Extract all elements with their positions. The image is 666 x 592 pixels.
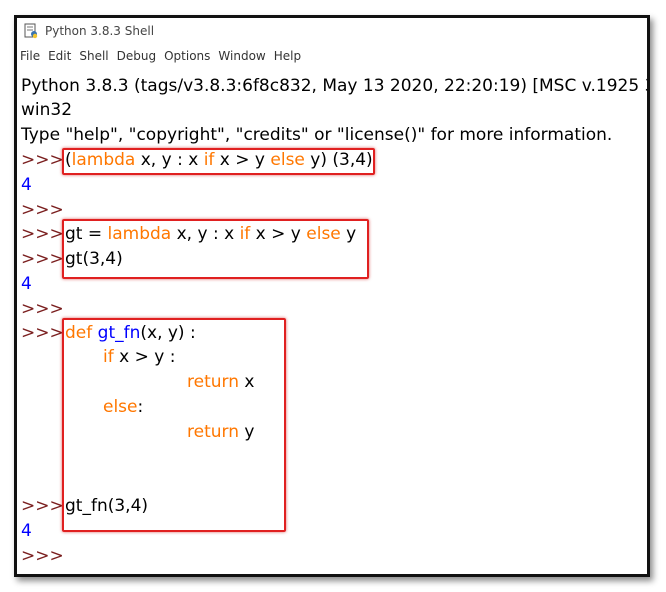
banner-line-2: win32 bbox=[21, 100, 73, 120]
banner-line-3: Type "help", "copyright", "credits" or "… bbox=[21, 125, 613, 145]
output-line: 4 bbox=[21, 175, 32, 195]
menu-debug[interactable]: Debug bbox=[113, 49, 160, 63]
output-line: 4 bbox=[21, 274, 32, 294]
menu-bar: File Edit Shell Debug Options Window Hel… bbox=[17, 46, 647, 66]
menu-edit[interactable]: Edit bbox=[44, 49, 75, 63]
highlight-box-lambda bbox=[62, 148, 375, 175]
menu-window[interactable]: Window bbox=[214, 49, 269, 63]
prompt: >>> bbox=[21, 323, 64, 343]
prompt: >>> bbox=[21, 546, 64, 566]
highlight-box-gt bbox=[62, 219, 369, 279]
banner-line-1: Python 3.8.3 (tags/v3.8.3:6f8c832, May 1… bbox=[21, 76, 650, 96]
menu-shell[interactable]: Shell bbox=[75, 49, 112, 63]
python-idle-icon bbox=[24, 23, 38, 39]
output-line: 4 bbox=[21, 521, 32, 541]
shell-window: Python 3.8.3 Shell File Edit Shell Debug… bbox=[14, 15, 650, 577]
prompt: >>> bbox=[21, 299, 64, 319]
title-bar: Python 3.8.3 Shell bbox=[17, 18, 647, 44]
prompt: >>> bbox=[21, 224, 64, 244]
window-title: Python 3.8.3 Shell bbox=[45, 24, 155, 38]
prompt: >>> bbox=[21, 496, 64, 516]
prompt: >>> bbox=[21, 249, 64, 269]
menu-options[interactable]: Options bbox=[160, 49, 214, 63]
menu-help[interactable]: Help bbox=[270, 49, 305, 63]
prompt: >>> bbox=[21, 200, 64, 220]
menu-file[interactable]: File bbox=[17, 49, 44, 63]
shell-text-area[interactable]: Python 3.8.3 (tags/v3.8.3:6f8c832, May 1… bbox=[17, 68, 647, 574]
highlight-box-def bbox=[62, 318, 286, 532]
prompt: >>> bbox=[21, 150, 64, 170]
